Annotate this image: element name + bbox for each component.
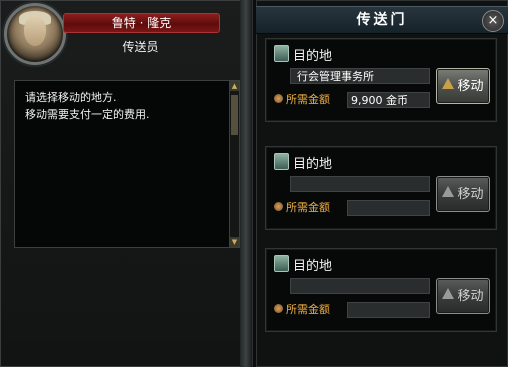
npc-dialog-box: 请选择移动的地方. 移动需要支付一定的费用. [14,80,231,248]
npc-dialog-text: 请选择移动的地方. 移动需要支付一定的费用. [25,89,220,123]
fee-label: 所需金额 [274,92,330,108]
up-arrow-icon [442,288,455,299]
fee-label-text: 所需金额 [286,93,330,106]
destination-name [290,278,430,294]
destination-panel: 目的地 所需金额 移动 [265,146,497,230]
destination-header: 目的地 [274,45,333,64]
coin-icon [274,94,283,103]
destination-header-label: 目的地 [293,157,333,172]
destination-header-label: 目的地 [293,49,333,64]
dialog-line: 移动需要支付一定的费用. [25,108,150,121]
fee-value: 9,900 金币 [347,92,430,108]
destination-name [290,176,430,192]
npc-dialog-window: 鲁特 · 隆克 传送员 请选择移动的地方. 移动需要支付一定的费用. ▲ ▼ [0,0,253,367]
up-arrow-icon [442,78,455,89]
move-button[interactable]: 移动 [436,176,490,212]
map-icon [274,255,289,272]
fee-label: 所需金额 [274,200,330,216]
move-button-label: 移动 [457,289,484,304]
dialog-scrollbar[interactable]: ▲ ▼ [229,80,240,248]
close-icon[interactable]: × [482,10,504,32]
portal-title: 传送门 [356,12,408,28]
destination-panel: 目的地 行会管理事务所 所需金额 9,900 金币 移动 [265,38,497,122]
fee-label-text: 所需金额 [286,201,330,214]
scroll-thumb[interactable] [231,95,238,135]
up-arrow-icon [442,186,455,197]
portal-window: 传送门 × 目的地 行会管理事务所 所需金额 9,900 金币 移动 目的地 所… [256,0,508,367]
npc-role-label: 传送员 [122,40,159,54]
destination-panel: 目的地 所需金额 移动 [265,248,497,332]
npc-name-plate: 鲁特 · 隆克 [63,13,220,33]
move-button[interactable]: 移动 [436,278,490,314]
npc-portrait-avatar [4,3,66,65]
move-button-label: 移动 [457,79,484,94]
destination-header: 目的地 [274,153,333,172]
npc-face [24,16,46,46]
fee-label-text: 所需金额 [286,303,330,316]
destination-name: 行会管理事务所 [290,68,430,84]
dialog-line: 请选择移动的地方. [25,91,117,104]
destination-header-label: 目的地 [293,259,333,274]
move-button[interactable]: 移动 [436,68,490,104]
move-button-label: 移动 [457,187,484,202]
map-icon [274,153,289,170]
map-icon [274,45,289,62]
fee-value [347,302,430,318]
destination-header: 目的地 [274,255,333,274]
fee-label: 所需金额 [274,302,330,318]
scroll-down-arrow-icon[interactable]: ▼ [230,237,239,247]
coin-icon [274,304,283,313]
portal-title-bar: 传送门 × [256,6,508,34]
fee-value [347,200,430,216]
scroll-up-arrow-icon[interactable]: ▲ [230,81,239,91]
window-frame-divider [240,0,252,367]
coin-icon [274,202,283,211]
